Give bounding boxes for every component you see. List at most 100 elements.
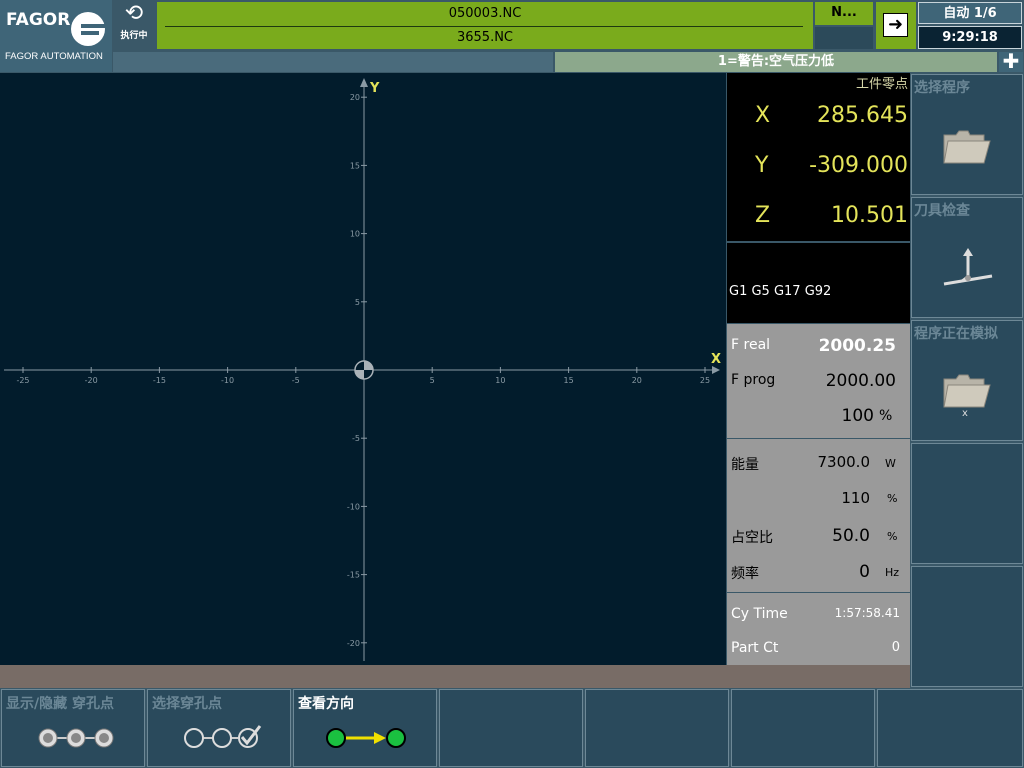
cycle-time-value: 1:57:58.41 xyxy=(834,606,900,620)
expand-plus-button[interactable]: ✚ xyxy=(999,51,1023,72)
power-percent-unit: % xyxy=(887,492,898,505)
feed-override-unit: % xyxy=(879,408,893,424)
view-direction-softkey[interactable]: 查看方向 xyxy=(293,689,437,767)
tool-axes-icon xyxy=(943,248,993,286)
empty-bottom-softkey-5[interactable] xyxy=(585,689,729,767)
toolpath-plot: X Y -25 -20 -15 -10 -5 5 10 15 20 25 20 15 10 5 -5 -10 -15… xyxy=(4,78,721,661)
part-count-label: Part Ct xyxy=(731,640,779,656)
y-tick-label: -10 xyxy=(347,502,360,511)
energy-value: 7300.0 xyxy=(817,453,871,471)
warning-message[interactable]: 1=警告:空气压力低 xyxy=(555,52,997,72)
feed-override-value: 100 xyxy=(841,406,874,426)
x-tick-label: 15 xyxy=(564,376,574,385)
run-status-indicator: ⟲ 执行中 xyxy=(113,0,155,50)
axis-z-label: Z xyxy=(755,203,771,228)
x-tick-label: 25 xyxy=(700,376,710,385)
status-bar xyxy=(0,665,910,688)
folder-simulate-icon: x xyxy=(943,374,991,417)
energy-unit: W xyxy=(885,457,896,470)
x-tick-label: 5 xyxy=(430,376,435,385)
f-real-label: F real xyxy=(731,337,771,353)
y-tick-label: 20 xyxy=(350,93,360,102)
select-program-label: 选择程序 xyxy=(914,80,970,96)
cycle-time-label: Cy Time xyxy=(731,606,788,622)
f-real-value: 2000.25 xyxy=(818,336,896,356)
clock-display: 9:29:18 xyxy=(918,26,1022,49)
y-axis-label: Y xyxy=(369,81,380,96)
duty-cycle-value: 50.0 xyxy=(832,526,870,546)
axis-y-value: -309.000 xyxy=(809,153,908,178)
origin-quadrant xyxy=(355,370,364,379)
brand-name: FAGOR xyxy=(6,10,71,30)
toggle-pierce-points-label: 显示/隐藏 穿孔点 xyxy=(6,696,114,712)
x-tick-label: -20 xyxy=(85,376,98,385)
x-tick-label: -25 xyxy=(16,376,29,385)
feed-panel: F real 2000.25 F prog 2000.00 100 % xyxy=(727,324,910,438)
duty-cycle-label: 占空比 xyxy=(731,530,773,546)
toggle-pierce-points-softkey[interactable]: 显示/隐藏 穿孔点 xyxy=(1,689,145,767)
duty-cycle-unit: % xyxy=(887,530,898,543)
select-pierce-point-softkey[interactable]: 选择穿孔点 xyxy=(147,689,291,767)
part-count-value: 0 xyxy=(891,640,900,655)
f-prog-label: F prog xyxy=(731,372,776,388)
program-name-panel: 050003.NC 3655.NC xyxy=(157,2,813,49)
y-tick-label: 15 xyxy=(350,161,360,170)
next-page-button[interactable]: ➜ xyxy=(876,2,916,49)
cycle-info-panel: Cy Time 1:57:58.41 Part Ct 0 xyxy=(727,593,910,665)
y-tick-label: -5 xyxy=(352,434,360,443)
axis-x-value: 285.645 xyxy=(817,103,908,128)
empty-softkey-5[interactable] xyxy=(911,566,1023,687)
tool-inspection-label: 刀具检查 xyxy=(914,203,970,219)
select-program-softkey[interactable]: 选择程序 xyxy=(911,74,1023,195)
laser-power-panel: 能量 7300.0 W 110 % 占空比 50.0 % 频率 0 Hz xyxy=(727,439,910,592)
direction-arrow-icon xyxy=(326,728,406,748)
frequency-unit: Hz xyxy=(885,566,900,579)
program-simulation-softkey[interactable]: 程序正在模拟 x xyxy=(911,320,1023,441)
empty-bottom-softkey-4[interactable] xyxy=(439,689,583,767)
axis-y-label: Y xyxy=(755,153,769,178)
main-program-name: 050003.NC xyxy=(448,6,522,21)
cycle-rotate-icon: ⟲ xyxy=(124,1,144,26)
run-status-label: 执行中 xyxy=(120,31,148,41)
frequency-value: 0 xyxy=(859,562,870,582)
position-panel: 工件零点 X 285.645 Y -309.000 Z 10.501 xyxy=(727,73,910,241)
y-tick-label: 5 xyxy=(355,298,360,307)
x-tick-label: 20 xyxy=(632,376,642,385)
energy-label: 能量 xyxy=(731,457,759,473)
axis-x-label: X xyxy=(755,103,771,128)
empty-bottom-softkey-6[interactable] xyxy=(731,689,875,767)
active-gcodes: G1 G5 G17 G92 xyxy=(729,284,832,299)
circles-check-icon xyxy=(184,725,262,748)
f-prog-value: 2000.00 xyxy=(825,371,896,391)
graphics-view[interactable]: X Y -25 -20 -15 -10 -5 5 10 15 20 25 20 15 10 5 -5 -10 -15… xyxy=(0,73,726,665)
brand-subtitle: FAGOR AUTOMATION xyxy=(5,51,103,62)
block-number: N... xyxy=(815,2,873,25)
block-number-detail xyxy=(815,27,873,49)
three-circles-icon xyxy=(38,728,114,748)
program-simulation-label: 程序正在模拟 xyxy=(914,326,998,342)
view-direction-label: 查看方向 xyxy=(298,696,354,712)
message-bar-left xyxy=(113,52,553,72)
fagor-logo: FAGOR FAGOR AUTOMATION xyxy=(0,0,112,72)
y-tick-label: -15 xyxy=(347,571,360,580)
x-axis-label: X xyxy=(711,352,721,367)
svg-text:x: x xyxy=(962,408,968,417)
work-zero-label: 工件零点 xyxy=(855,77,908,92)
folder-icon xyxy=(943,130,991,164)
y-tick-label: 10 xyxy=(350,230,360,239)
power-percent-value: 110 xyxy=(841,489,870,507)
arrow-right-icon: ➜ xyxy=(883,13,908,37)
x-tick-label: -15 xyxy=(153,376,166,385)
active-gcodes-panel: G1 G5 G17 G92 xyxy=(727,243,910,323)
x-axis-arrow-icon xyxy=(712,366,720,374)
mode-indicator: 自动 1/6 xyxy=(918,2,1022,24)
x-tick-label: 10 xyxy=(495,376,505,385)
fagor-logo-icon xyxy=(71,12,105,46)
select-pierce-point-label: 选择穿孔点 xyxy=(152,696,222,712)
tool-inspection-softkey[interactable]: 刀具检查 xyxy=(911,197,1023,318)
y-tick-label: -20 xyxy=(347,639,360,648)
sub-program-name: 3655.NC xyxy=(456,30,514,45)
empty-softkey-4[interactable] xyxy=(911,443,1023,564)
origin-quadrant xyxy=(364,361,373,370)
empty-bottom-softkey-7[interactable] xyxy=(877,689,1023,767)
